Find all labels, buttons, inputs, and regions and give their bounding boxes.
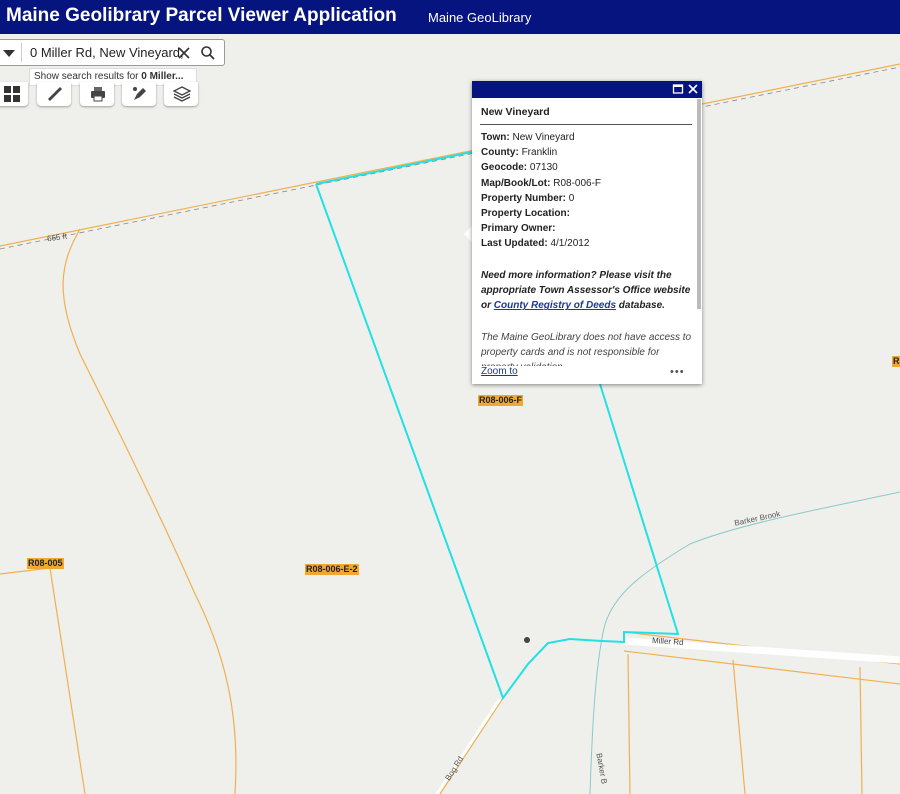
field-row: Geocode: 07130 <box>481 160 691 175</box>
draw-button[interactable] <box>122 82 156 106</box>
search-input[interactable]: 0 Miller Rd, New Vineyard, <box>30 45 184 60</box>
field-value: R08-006-F <box>553 177 602 189</box>
search-suggestion-prefix: Show search results for <box>34 71 142 82</box>
basemap-gallery-button[interactable] <box>0 82 28 106</box>
field-value: 07130 <box>529 162 558 174</box>
field-label: Map/Book/Lot: <box>481 177 551 189</box>
field-row: Map/Book/Lot: R08-006-F <box>481 176 691 191</box>
field-row: Primary Owner: <box>481 221 691 236</box>
search-icon[interactable] <box>200 45 216 61</box>
close-icon[interactable] <box>687 83 699 95</box>
field-row: Property Location: <box>481 206 691 221</box>
popup-info-note: Need more information? Please visit the … <box>481 268 693 314</box>
popup-fields: Town: New Vineyard County: Franklin Geoc… <box>481 130 691 252</box>
parcel-label: R08-006-E-2 <box>305 564 359 575</box>
app-header: Maine Geolibrary Parcel Viewer Applicati… <box>0 0 900 34</box>
search-divider <box>21 43 22 62</box>
popup-scrollbar[interactable] <box>697 99 701 309</box>
feature-popup: New Vineyard Town: New Vineyard County: … <box>472 81 702 384</box>
field-value: Franklin <box>521 147 558 159</box>
parcel-label: R <box>892 356 900 367</box>
field-value: 0 <box>568 192 575 204</box>
popup-title: New Vineyard <box>481 106 550 118</box>
app-title: Maine Geolibrary Parcel Viewer Applicati… <box>6 5 397 26</box>
zoom-to-link[interactable]: Zoom to <box>481 366 518 377</box>
field-value: 4/1/2012 <box>550 238 590 250</box>
search-widget: 0 Miller Rd, New Vineyard, <box>0 39 225 66</box>
field-label: Property Location: <box>481 208 570 220</box>
field-row: Property Number: 0 <box>481 191 691 206</box>
popup-divider <box>480 124 692 125</box>
field-label: Property Number: <box>481 192 567 204</box>
layers-button[interactable] <box>164 82 198 106</box>
basemap-gallery-icon <box>4 86 20 102</box>
measure-icon <box>48 87 62 101</box>
field-row: Last Updated: 4/1/2012 <box>481 236 691 251</box>
layers-icon <box>173 86 191 102</box>
close-icon[interactable] <box>177 46 191 60</box>
field-label: Primary Owner: <box>481 223 556 235</box>
parcel-label: R08-005 <box>27 558 64 569</box>
print-button[interactable] <box>80 82 114 106</box>
field-label: Town: <box>481 132 510 143</box>
draw-icon <box>133 87 146 100</box>
field-label: County: <box>481 147 519 159</box>
chevron-down-icon[interactable] <box>1 46 17 60</box>
measure-button[interactable] <box>37 82 71 106</box>
field-row: Town: New Vineyard <box>481 130 691 145</box>
search-suggestion-query: 0 Miller... <box>141 71 184 82</box>
field-label: Geocode: <box>481 162 528 174</box>
map-canvas[interactable] <box>0 34 900 794</box>
registry-link[interactable]: County Registry of Deeds <box>494 300 616 311</box>
map-view[interactable]: R08-006-F R08-005 R08-006-E-2 R 665 ft B… <box>0 34 900 794</box>
maximize-icon[interactable] <box>672 83 684 95</box>
parcel-label: R08-006-F <box>478 395 524 406</box>
more-actions-icon[interactable]: ••• <box>670 366 685 378</box>
print-icon <box>91 87 105 102</box>
popup-disclaimer: The Maine GeoLibrary does not have acces… <box>481 332 692 366</box>
popup-titlebar <box>472 81 702 98</box>
app-subtitle[interactable]: Maine GeoLibrary <box>428 10 531 25</box>
field-label: Last Updated: <box>481 238 548 250</box>
field-value: New Vineyard <box>512 132 575 143</box>
field-row: County: Franklin <box>481 145 691 160</box>
note-text-end: database. <box>616 300 665 312</box>
